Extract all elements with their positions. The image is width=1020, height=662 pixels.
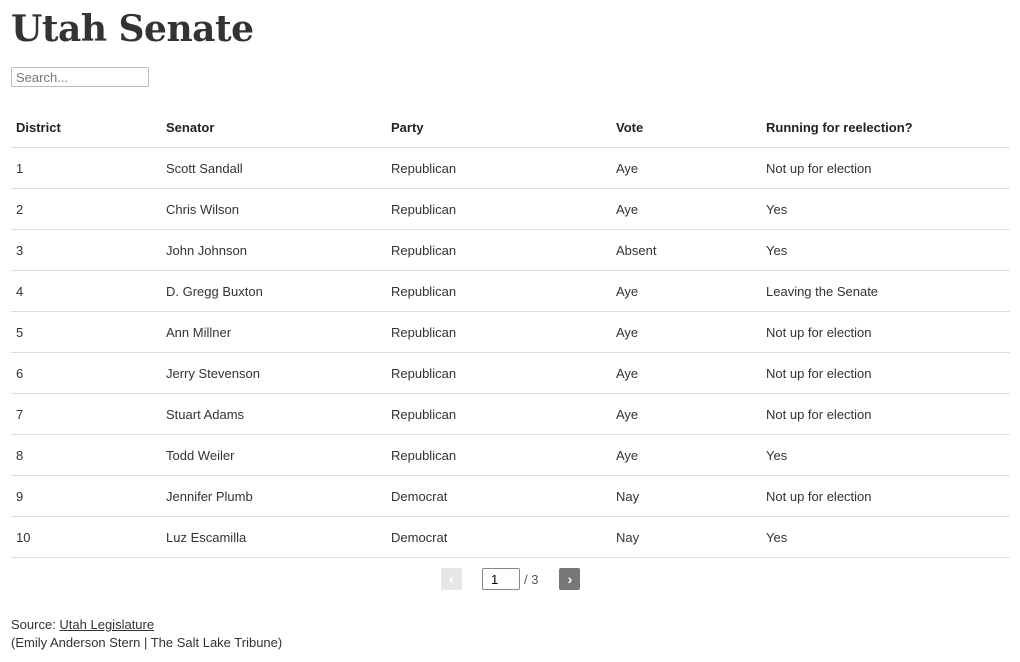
cell-vote: Aye	[611, 188, 761, 230]
cell-vote: Aye	[611, 311, 761, 353]
table-row: 7 Stuart Adams Republican Aye Not up for ele…	[11, 393, 1010, 435]
cell-district: 7	[11, 393, 161, 435]
column-header-senator[interactable]: Senator	[161, 107, 386, 148]
table-header-row: District Senator Party Vote Running for …	[11, 107, 1010, 148]
cell-senator: John Johnson	[161, 229, 386, 271]
cell-party: Republican	[386, 147, 611, 189]
cell-vote: Aye	[611, 393, 761, 435]
table-row: 5 Ann Millner Republican Aye Not up for elec…	[11, 311, 1010, 353]
cell-district: 9	[11, 475, 161, 517]
column-header-district[interactable]: District	[11, 107, 161, 148]
cell-party: Republican	[386, 311, 611, 353]
cell-reelection: Not up for election	[761, 393, 1010, 435]
cell-senator: Todd Weiler	[161, 434, 386, 476]
cell-senator: Ann Millner	[161, 311, 386, 353]
cell-district: 10	[11, 516, 161, 558]
page-number-input[interactable]	[482, 568, 520, 590]
cell-senator: D. Gregg Buxton	[161, 270, 386, 312]
cell-reelection: Not up for election	[761, 352, 1010, 394]
cell-party: Republican	[386, 434, 611, 476]
table-row: 2 Chris Wilson Republican Aye Yes	[11, 188, 1010, 230]
cell-district: 3	[11, 229, 161, 271]
cell-party: Democrat	[386, 475, 611, 517]
senate-table: District Senator Party Vote Running for …	[11, 107, 1010, 558]
cell-senator: Jerry Stevenson	[161, 352, 386, 394]
cell-vote: Nay	[611, 475, 761, 517]
table-row: 9 Jennifer Plumb Democrat Nay Not up for ele…	[11, 475, 1010, 517]
cell-district: 8	[11, 434, 161, 476]
next-page-button[interactable]: ›	[559, 568, 581, 590]
cell-reelection: Yes	[761, 229, 1010, 271]
column-header-vote[interactable]: Vote	[611, 107, 761, 148]
table-row: 10 Luz Escamilla Democrat Nay Yes	[11, 516, 1010, 558]
cell-vote: Aye	[611, 147, 761, 189]
cell-party: Republican	[386, 188, 611, 230]
cell-senator: Luz Escamilla	[161, 516, 386, 558]
cell-party: Republican	[386, 270, 611, 312]
source-link[interactable]: Utah Legislature	[59, 617, 154, 632]
cell-reelection: Not up for election	[761, 475, 1010, 517]
cell-senator: Jennifer Plumb	[161, 475, 386, 517]
pagination: ‹ / 3 ›	[441, 568, 581, 590]
cell-vote: Aye	[611, 352, 761, 394]
cell-senator: Chris Wilson	[161, 188, 386, 230]
cell-district: 4	[11, 270, 161, 312]
cell-reelection: Leaving the Senate	[761, 270, 1010, 312]
cell-district: 6	[11, 352, 161, 394]
table-row: 1 Scott Sandall Republican Aye Not up for el…	[11, 147, 1010, 189]
total-pages-label: / 3	[524, 571, 539, 587]
cell-district: 2	[11, 188, 161, 230]
previous-page-button[interactable]: ‹	[441, 568, 462, 590]
cell-reelection: Yes	[761, 516, 1010, 558]
cell-vote: Nay	[611, 516, 761, 558]
cell-reelection: Not up for election	[761, 311, 1010, 353]
cell-senator: Stuart Adams	[161, 393, 386, 435]
cell-party: Republican	[386, 229, 611, 271]
cell-party: Democrat	[386, 516, 611, 558]
chevron-left-icon: ‹	[449, 571, 454, 587]
table-row: 4 D. Gregg Buxton Republican Aye Leaving the…	[11, 270, 1010, 312]
chevron-right-icon: ›	[567, 571, 573, 587]
byline: (Emily Anderson Stern | The Salt Lake Tr…	[11, 635, 283, 650]
search-input[interactable]	[11, 67, 149, 87]
cell-party: Republican	[386, 393, 611, 435]
cell-district: 1	[11, 147, 161, 189]
source-prefix: Source:	[11, 617, 60, 632]
cell-reelection: Yes	[761, 188, 1010, 230]
source-note: Source: Utah Legislature (Emily Anderson…	[11, 616, 282, 652]
cell-senator: Scott Sandall	[161, 147, 386, 189]
cell-party: Republican	[386, 352, 611, 394]
page-title: Utah Senate	[11, 8, 254, 50]
table-row: 3 John Johnson Republican Absent Yes	[11, 229, 1010, 271]
cell-reelection: Yes	[761, 434, 1010, 476]
cell-vote: Absent	[611, 229, 761, 271]
table-row: 8 Todd Weiler Republican Aye Yes	[11, 434, 1010, 476]
table-row: 6 Jerry Stevenson Republican Aye Not up for …	[11, 352, 1010, 394]
column-header-party[interactable]: Party	[386, 107, 611, 148]
column-header-reelection[interactable]: Running for reelection?	[761, 107, 1010, 148]
cell-district: 5	[11, 311, 161, 353]
cell-vote: Aye	[611, 434, 761, 476]
cell-reelection: Not up for election	[761, 147, 1010, 189]
cell-vote: Aye	[611, 270, 761, 312]
